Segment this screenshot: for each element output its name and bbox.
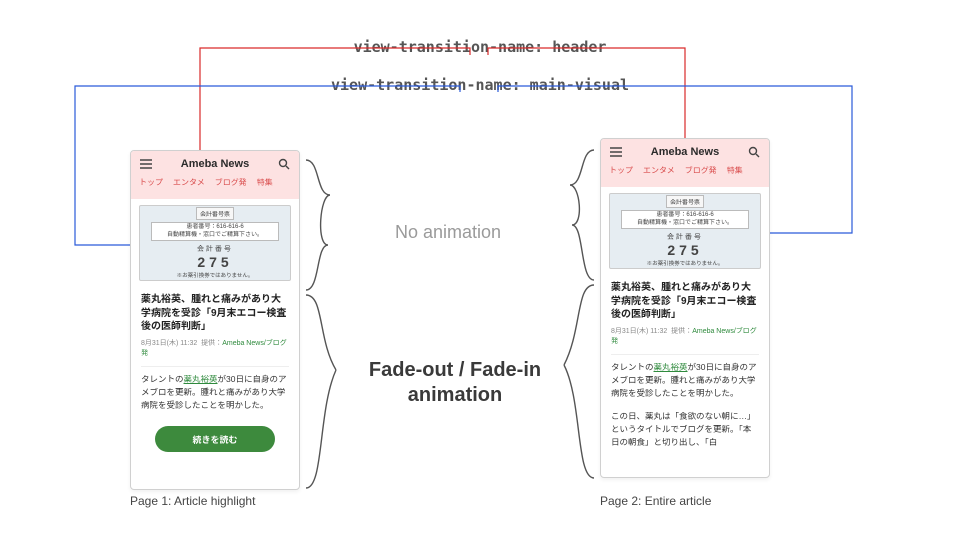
nav-tabs: トップ エンタメ ブログ発 特集	[601, 165, 769, 180]
tab-top[interactable]: トップ	[609, 165, 633, 176]
main-visual: 会計番号票 患者番号：616-616-6 自動精算機・窓口でご精算下さい。 会計…	[609, 193, 761, 269]
article-lead: タレントの薬丸裕英が30日に自身のアメブロを更新。腫れと痛みがあり大学病院を受診…	[601, 361, 769, 401]
annotation-no-animation: No animation	[395, 222, 501, 243]
search-icon[interactable]	[747, 145, 761, 159]
ticket-subnote: ※お薬引換券ではありません。	[177, 271, 254, 279]
ticket-number-label: 会計番号	[667, 232, 703, 242]
tab-blog[interactable]: ブログ発	[685, 165, 717, 176]
ticket-info: 患者番号：616-616-6 自動精算機・窓口でご精算下さい。	[151, 222, 279, 240]
tab-special[interactable]: 特集	[727, 165, 743, 176]
ticket-heading: 会計番号票	[196, 207, 234, 220]
ticket-info: 患者番号：616-616-6 自動精算機・窓口でご精算下さい。	[621, 210, 749, 228]
hamburger-icon[interactable]	[139, 157, 153, 171]
divider	[141, 366, 289, 367]
ticket-number: 275	[197, 254, 232, 270]
article-lead: タレントの薬丸裕英が30日に自身のアメブロを更新。腫れと痛みがあり大学病院を受診…	[131, 373, 299, 413]
inline-link[interactable]: 薬丸裕英	[184, 374, 218, 384]
inline-link[interactable]: 薬丸裕英	[654, 362, 688, 372]
divider	[611, 354, 759, 355]
main-visual: 会計番号票 患者番号：616-616-6 自動精算機・窓口でご精算下さい。 会計…	[139, 205, 291, 281]
tab-entertainment[interactable]: エンタメ	[643, 165, 675, 176]
page1-article-highlight: Ameba News トップ エンタメ ブログ発 特集 会計番号票 患者番号：6…	[130, 150, 300, 490]
ticket-number-label: 会計番号	[197, 244, 233, 254]
tab-top[interactable]: トップ	[139, 177, 163, 188]
tab-blog[interactable]: ブログ発	[215, 177, 247, 188]
app-header: Ameba News トップ エンタメ ブログ発 特集	[131, 151, 299, 199]
ticket-subnote: ※お薬引換券ではありません。	[647, 259, 724, 267]
ticket-number: 275	[667, 242, 702, 258]
ticket-heading: 会計番号票	[666, 195, 704, 208]
article-meta: 8月31日(木) 11:32 提供：Ameba News/ブログ発	[131, 336, 299, 364]
caption-page1: Page 1: Article highlight	[130, 494, 255, 508]
app-title: Ameba News	[651, 146, 719, 158]
article-body-extra: この日、薬丸は「食欲のない朝に…」というタイトルでブログを更新。「本日の朝食」と…	[601, 410, 769, 450]
search-icon[interactable]	[277, 157, 291, 171]
app-title: Ameba News	[181, 158, 249, 170]
tab-special[interactable]: 特集	[257, 177, 273, 188]
read-more-button[interactable]: 続きを読む	[155, 426, 275, 452]
article-headline: 薬丸裕英、腫れと痛みがあり大学病院を受診「9月末エコー検査後の医師判断」	[131, 287, 299, 336]
article-headline: 薬丸裕英、腫れと痛みがあり大学病院を受診「9月末エコー検査後の医師判断」	[601, 275, 769, 324]
page2-entire-article: Ameba News トップ エンタメ ブログ発 特集 会計番号票 患者番号：6…	[600, 138, 770, 478]
annotation-fade: Fade-out / Fade-in animation	[360, 358, 550, 408]
tab-entertainment[interactable]: エンタメ	[173, 177, 205, 188]
article-meta: 8月31日(木) 11:32 提供：Ameba News/ブログ発	[601, 324, 769, 352]
hamburger-icon[interactable]	[609, 145, 623, 159]
caption-page2: Page 2: Entire article	[600, 494, 711, 508]
nav-tabs: トップ エンタメ ブログ発 特集	[131, 177, 299, 192]
app-header: Ameba News トップ エンタメ ブログ発 特集	[601, 139, 769, 187]
